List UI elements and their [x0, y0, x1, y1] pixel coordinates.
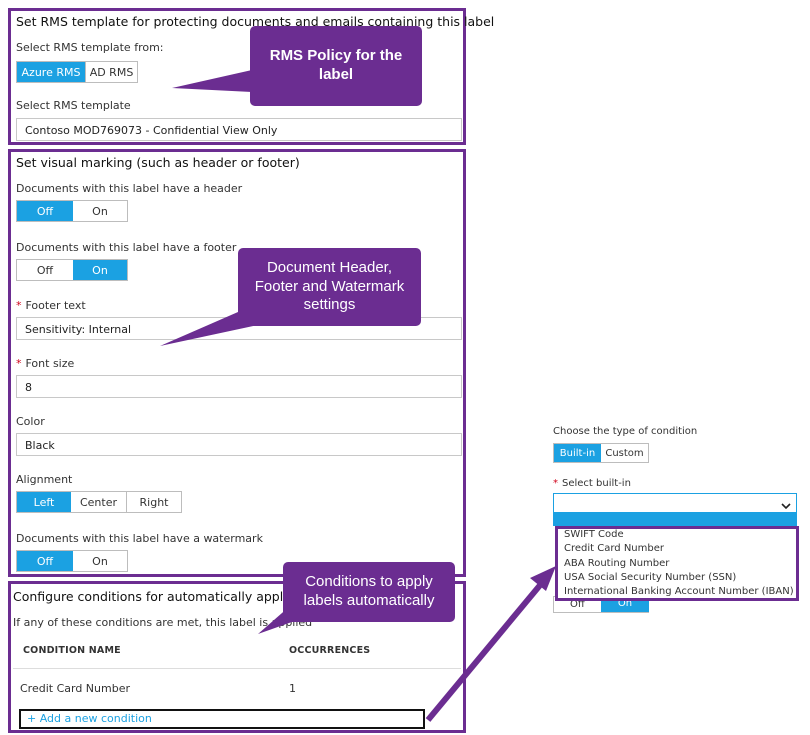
- footer-text-label-text: Footer text: [25, 299, 86, 312]
- rms-template-field[interactable]: Contoso MOD769073 - Confidential View On…: [16, 118, 462, 141]
- font-size-field[interactable]: 8: [16, 375, 462, 398]
- color-field[interactable]: Black: [16, 433, 462, 456]
- align-right-option[interactable]: Right: [127, 492, 181, 512]
- dropdown-highlight-row: [553, 513, 797, 526]
- footer-on-option[interactable]: On: [73, 260, 127, 280]
- chevron-down-icon: [780, 497, 792, 510]
- header-on-option[interactable]: On: [73, 201, 127, 221]
- select-built-in-label-text: Select built-in: [562, 478, 631, 489]
- footer-off-option[interactable]: Off: [17, 260, 73, 280]
- visual-marking-section: Set visual marking (such as header or fo…: [8, 149, 466, 577]
- table-divider: [13, 668, 461, 669]
- rms-source-label: Select RMS template from:: [16, 41, 164, 54]
- footer-text-label: * Footer text: [16, 299, 86, 312]
- align-left-option[interactable]: Left: [17, 492, 71, 512]
- built-in-option[interactable]: Built-in: [554, 444, 601, 462]
- ad-rms-option[interactable]: AD RMS: [85, 62, 137, 82]
- conditions-callout: Conditions to apply labels automatically: [283, 562, 455, 622]
- rms-source-toggle: Azure RMS AD RMS: [16, 61, 138, 83]
- alignment-toggle: Left Center Right: [16, 491, 182, 513]
- header-footer-callout: Document Header, Footer and Watermark se…: [238, 248, 421, 326]
- select-built-in-label: * Select built-in: [553, 478, 631, 489]
- condition-type-label: Choose the type of condition: [553, 426, 698, 437]
- conditions-arrow-head: [530, 566, 556, 591]
- color-label: Color: [16, 415, 45, 428]
- azure-rms-option[interactable]: Azure RMS: [17, 62, 85, 82]
- built-in-dropdown-list: SWIFT Code Credit Card Number ABA Routin…: [555, 526, 799, 601]
- condition-name-header: CONDITION NAME: [23, 645, 121, 656]
- header-off-option[interactable]: Off: [17, 201, 73, 221]
- watermark-label: Documents with this label have a waterma…: [16, 532, 263, 545]
- footer-label: Documents with this label have a footer: [16, 241, 237, 254]
- rms-template-label: Select RMS template: [16, 99, 131, 112]
- footer-toggle: Off On: [16, 259, 128, 281]
- font-size-label-text: Font size: [25, 357, 75, 370]
- watermark-toggle: Off On: [16, 550, 128, 572]
- required-marker: *: [553, 478, 558, 489]
- visual-marking-title: Set visual marking (such as header or fo…: [16, 155, 300, 170]
- built-in-select[interactable]: [553, 493, 797, 513]
- add-condition-link[interactable]: + Add a new condition: [27, 712, 152, 725]
- watermark-off-option[interactable]: Off: [17, 551, 73, 571]
- dropdown-item-ssn[interactable]: USA Social Security Number (SSN): [564, 572, 736, 583]
- add-condition-row[interactable]: + Add a new condition: [19, 709, 425, 729]
- required-marker: *: [16, 299, 22, 312]
- dropdown-item-swift[interactable]: SWIFT Code: [564, 529, 624, 540]
- condition-type-toggle: Built-in Custom: [553, 443, 649, 463]
- font-size-label: * Font size: [16, 357, 74, 370]
- dropdown-item-aba[interactable]: ABA Routing Number: [564, 558, 669, 569]
- condition-row-occurrences: 1: [289, 682, 296, 695]
- custom-option[interactable]: Custom: [601, 444, 648, 462]
- align-center-option[interactable]: Center: [71, 492, 127, 512]
- dropdown-item-credit-card[interactable]: Credit Card Number: [564, 543, 664, 554]
- rms-callout: RMS Policy for the label: [250, 26, 422, 106]
- conditions-title: Configure conditions for automatically a…: [13, 589, 310, 604]
- conditions-subtitle: If any of these conditions are met, this…: [13, 616, 313, 629]
- condition-row-name: Credit Card Number: [20, 682, 130, 695]
- occurrences-header: OCCURRENCES: [289, 645, 371, 656]
- watermark-on-option[interactable]: On: [73, 551, 127, 571]
- alignment-label: Alignment: [16, 473, 73, 486]
- required-marker: *: [16, 357, 22, 370]
- header-label: Documents with this label have a header: [16, 182, 243, 195]
- dropdown-item-iban[interactable]: International Banking Account Number (IB…: [564, 586, 794, 597]
- header-toggle: Off On: [16, 200, 128, 222]
